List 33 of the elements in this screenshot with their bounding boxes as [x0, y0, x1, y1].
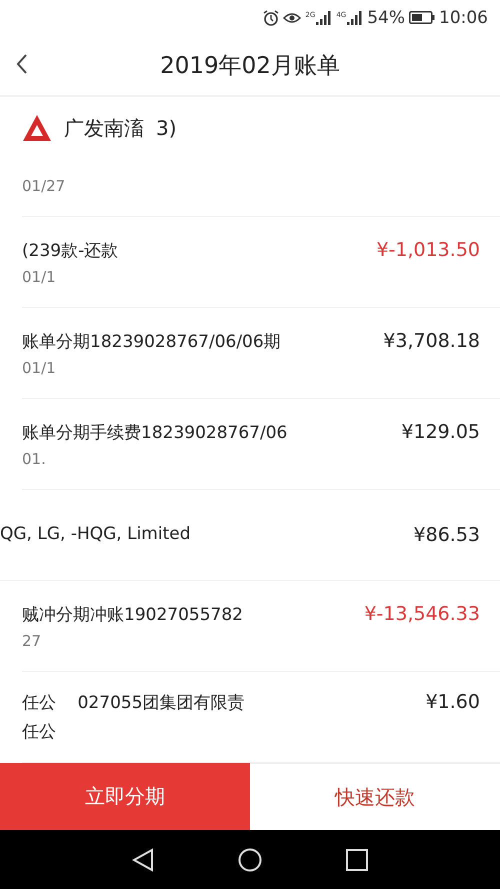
- signal-icon: [347, 10, 364, 24]
- transaction-amount: ¥1.60: [426, 691, 480, 713]
- transaction-amount: ¥86.53: [414, 524, 480, 546]
- card-number: 3): [156, 116, 177, 140]
- recents-icon[interactable]: [346, 848, 368, 870]
- transaction-amount: ¥3,708.18: [383, 330, 480, 352]
- page-title: 2019年02月账单: [160, 52, 340, 80]
- alarm-icon: [263, 10, 280, 26]
- signal-icon: [316, 10, 332, 24]
- bank-name: 广发南滀: [64, 114, 144, 142]
- transaction-date: 01/1: [22, 358, 57, 376]
- transaction-date: 27: [22, 632, 42, 650]
- transaction-title: QG, LG, -HQG, Limited: [0, 524, 190, 544]
- transaction-amount: ¥-1,013.50: [376, 238, 480, 260]
- battery-icon: [409, 11, 435, 24]
- home-icon[interactable]: [238, 848, 262, 872]
- transaction-title: (239款-还款: [22, 240, 118, 262]
- clock-time: 10:06: [439, 8, 488, 28]
- bank-logo-icon: [22, 114, 52, 142]
- transaction-amount: ¥-13,546.33: [364, 602, 480, 624]
- transaction-title: 贼冲分期冲账19027055782: [22, 604, 243, 626]
- back-icon[interactable]: [16, 53, 28, 75]
- transaction-title: 任公: [22, 721, 57, 743]
- transaction-amount: ¥129.05: [401, 420, 480, 442]
- transaction-title: 任公 027055团集团有限责: [22, 692, 245, 714]
- transaction-title: 账单分期18239028767/06/06期: [22, 330, 281, 352]
- installment-button[interactable]: 立即分期: [0, 763, 250, 830]
- battery-percent: 54%: [367, 8, 405, 28]
- transaction-title: 账单分期手续费18239028767/06: [22, 422, 288, 444]
- transaction-date: 01/27: [22, 177, 66, 195]
- transaction-date: 01/1: [22, 268, 57, 286]
- transaction-date: 01.: [22, 450, 47, 468]
- eye-icon: [283, 12, 302, 24]
